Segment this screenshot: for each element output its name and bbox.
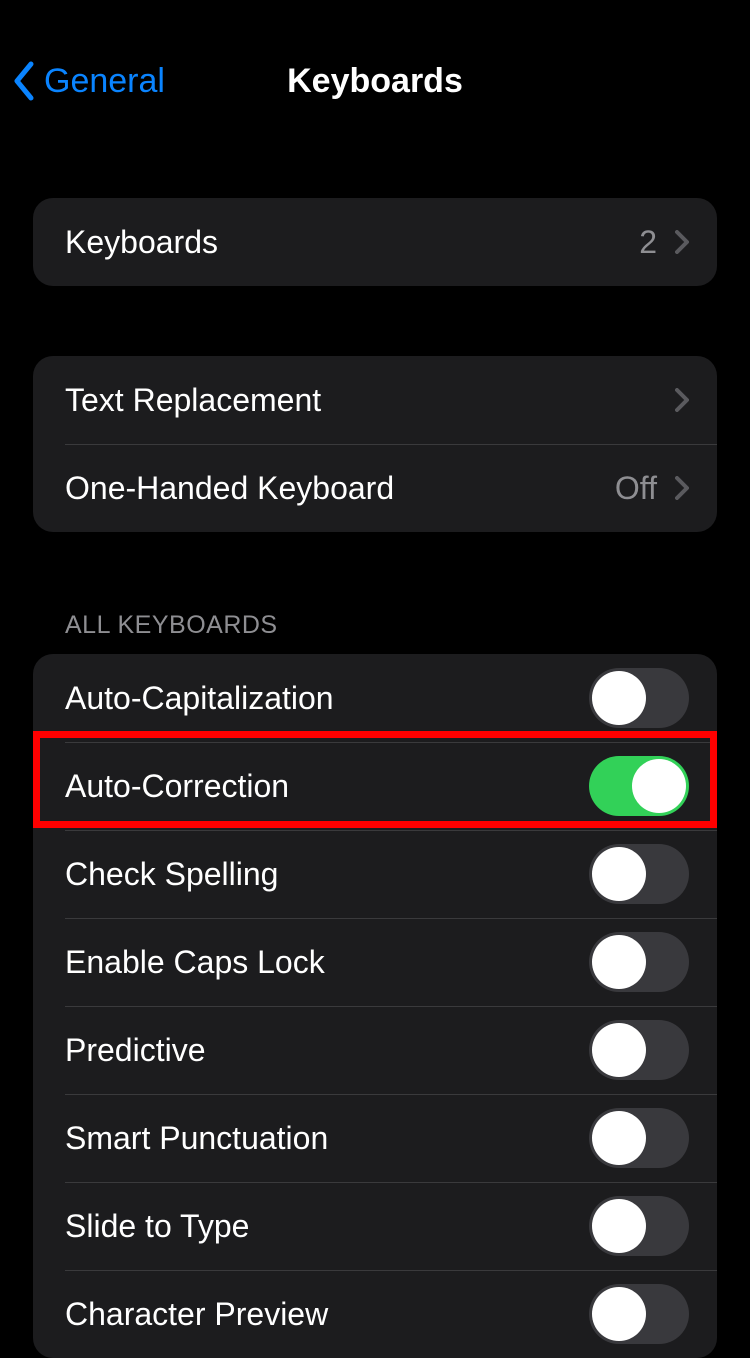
character-preview-toggle[interactable] <box>589 1284 689 1344</box>
slide-to-type-row: Slide to Type <box>33 1182 717 1270</box>
page-title: Keyboards <box>287 62 463 101</box>
smart-punctuation-label: Smart Punctuation <box>65 1120 589 1157</box>
enable-caps-lock-row: Enable Caps Lock <box>33 918 717 1006</box>
keyboards-count: 2 <box>639 224 657 261</box>
smart-punctuation-toggle[interactable] <box>589 1108 689 1168</box>
chevron-left-icon <box>12 61 36 101</box>
text-replacement-row[interactable]: Text Replacement <box>33 356 717 444</box>
auto-capitalization-row: Auto-Capitalization <box>33 654 717 742</box>
back-label: General <box>44 62 165 101</box>
auto-correction-label: Auto-Correction <box>65 768 589 805</box>
predictive-row: Predictive <box>33 1006 717 1094</box>
character-preview-row: Character Preview <box>33 1270 717 1358</box>
slide-to-type-toggle[interactable] <box>589 1196 689 1256</box>
chevron-right-icon <box>675 476 689 500</box>
predictive-label: Predictive <box>65 1032 589 1069</box>
check-spelling-row: Check Spelling <box>33 830 717 918</box>
one-handed-row[interactable]: One-Handed Keyboard Off <box>33 444 717 532</box>
auto-correction-row: Auto-Correction <box>33 742 717 830</box>
keyboards-label: Keyboards <box>65 224 639 261</box>
check-spelling-label: Check Spelling <box>65 856 589 893</box>
smart-punctuation-row: Smart Punctuation <box>33 1094 717 1182</box>
one-handed-label: One-Handed Keyboard <box>65 470 615 507</box>
keyboards-group: Keyboards 2 <box>33 198 717 286</box>
enable-caps-lock-toggle[interactable] <box>589 932 689 992</box>
predictive-toggle[interactable] <box>589 1020 689 1080</box>
enable-caps-lock-label: Enable Caps Lock <box>65 944 589 981</box>
one-handed-value: Off <box>615 470 657 507</box>
all-keyboards-group: Auto-Capitalization Auto-Correction Chec… <box>33 654 717 1358</box>
slide-to-type-label: Slide to Type <box>65 1208 589 1245</box>
chevron-right-icon <box>675 388 689 412</box>
character-preview-label: Character Preview <box>65 1296 589 1333</box>
auto-capitalization-label: Auto-Capitalization <box>65 680 589 717</box>
auto-correction-toggle[interactable] <box>589 756 689 816</box>
keyboards-row[interactable]: Keyboards 2 <box>33 198 717 286</box>
back-button[interactable]: General <box>12 61 165 101</box>
text-replacement-label: Text Replacement <box>65 382 675 419</box>
navigation-bar: General Keyboards <box>0 0 750 120</box>
text-group: Text Replacement One-Handed Keyboard Off <box>33 356 717 532</box>
auto-capitalization-toggle[interactable] <box>589 668 689 728</box>
all-keyboards-header: ALL KEYBOARDS <box>33 611 717 654</box>
chevron-right-icon <box>675 230 689 254</box>
check-spelling-toggle[interactable] <box>589 844 689 904</box>
